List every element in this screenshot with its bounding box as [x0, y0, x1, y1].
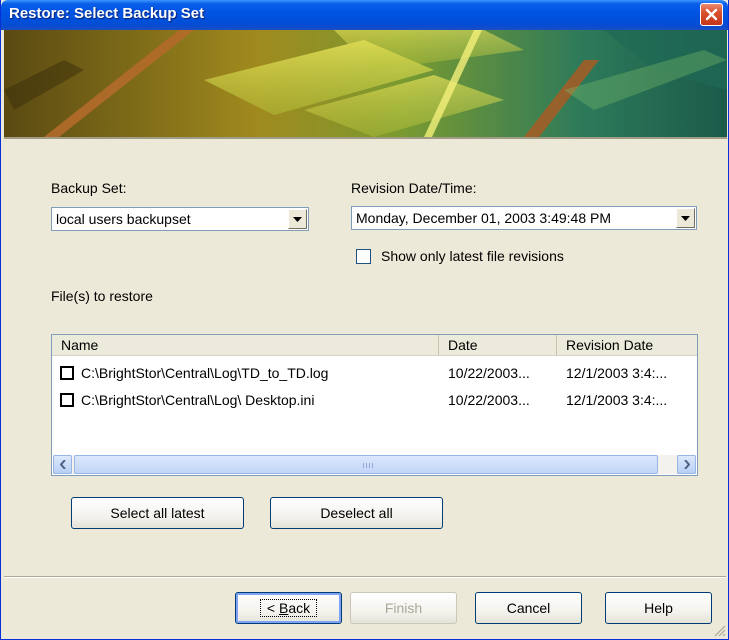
- file-name: C:\BrightStor\Central\Log\ Desktop.ini: [81, 392, 315, 408]
- file-revision-date: 12/1/2003 3:4:...: [566, 365, 668, 381]
- deselect-all-button[interactable]: Deselect all: [270, 497, 443, 529]
- revision-value: Monday, December 01, 2003 3:49:48 PM: [356, 210, 612, 226]
- latest-only-label: Show only latest file revisions: [381, 248, 564, 264]
- chevron-left-icon: [59, 460, 66, 469]
- finish-button[interactable]: Finish: [350, 592, 457, 624]
- file-row-checkbox[interactable]: [60, 393, 74, 407]
- select-all-latest-button[interactable]: Select all latest: [71, 497, 244, 529]
- file-row-checkbox[interactable]: [60, 366, 74, 380]
- chevron-down-icon: [293, 216, 302, 222]
- file-list[interactable]: Name Date Revision Date C:\BrightStor\Ce…: [51, 334, 698, 476]
- file-date: 10/22/2003...: [448, 392, 530, 408]
- file-name: C:\BrightStor\Central\Log\TD_to_TD.log: [81, 365, 329, 381]
- header-banner-image: [4, 30, 727, 137]
- banner-divider: [4, 137, 727, 139]
- file-row[interactable]: C:\BrightStor\Central\Log\TD_to_TD.log 1…: [52, 363, 697, 385]
- backup-set-value: local users backupset: [56, 211, 191, 227]
- window-title: Restore: Select Backup Set: [9, 5, 205, 22]
- revision-dropdown-button[interactable]: [676, 208, 695, 228]
- restore-dialog: Restore: Select Backup Set Backup Set: l…: [0, 0, 729, 640]
- back-button[interactable]: < Back: [235, 592, 342, 624]
- backup-set-label: Backup Set:: [51, 180, 127, 196]
- grip-icon: [363, 463, 373, 468]
- scrollbar-thumb[interactable]: [74, 455, 658, 474]
- chevron-down-icon: [681, 215, 690, 221]
- latest-only-option[interactable]: Show only latest file revisions: [356, 248, 564, 264]
- footer-separator: [4, 576, 726, 578]
- file-date: 10/22/2003...: [448, 365, 530, 381]
- backup-set-dropdown[interactable]: local users backupset: [51, 207, 309, 231]
- column-header-date[interactable]: Date: [439, 335, 557, 356]
- file-revision-date: 12/1/2003 3:4:...: [566, 392, 668, 408]
- column-header-name[interactable]: Name: [52, 335, 439, 356]
- files-section-label: File(s) to restore: [51, 288, 153, 304]
- title-bar[interactable]: Restore: Select Backup Set: [1, 0, 728, 30]
- help-button[interactable]: Help: [605, 592, 712, 624]
- close-icon: [705, 8, 718, 21]
- resize-grip-icon[interactable]: [712, 623, 726, 637]
- column-header-revision-date[interactable]: Revision Date: [557, 335, 697, 356]
- latest-only-checkbox[interactable]: [356, 248, 371, 264]
- file-row[interactable]: C:\BrightStor\Central\Log\ Desktop.ini 1…: [52, 390, 697, 412]
- chevron-right-icon: [683, 460, 690, 469]
- revision-dropdown[interactable]: Monday, December 01, 2003 3:49:48 PM: [351, 206, 697, 230]
- revision-label: Revision Date/Time:: [351, 180, 477, 196]
- horizontal-scrollbar[interactable]: [53, 455, 696, 474]
- close-button[interactable]: [700, 3, 723, 26]
- file-list-header: Name Date Revision Date: [52, 335, 697, 356]
- back-button-label: < Back: [259, 599, 318, 617]
- scroll-right-button[interactable]: [677, 455, 696, 474]
- backup-set-dropdown-button[interactable]: [288, 209, 307, 229]
- cancel-button[interactable]: Cancel: [475, 592, 582, 624]
- scroll-left-button[interactable]: [53, 455, 72, 474]
